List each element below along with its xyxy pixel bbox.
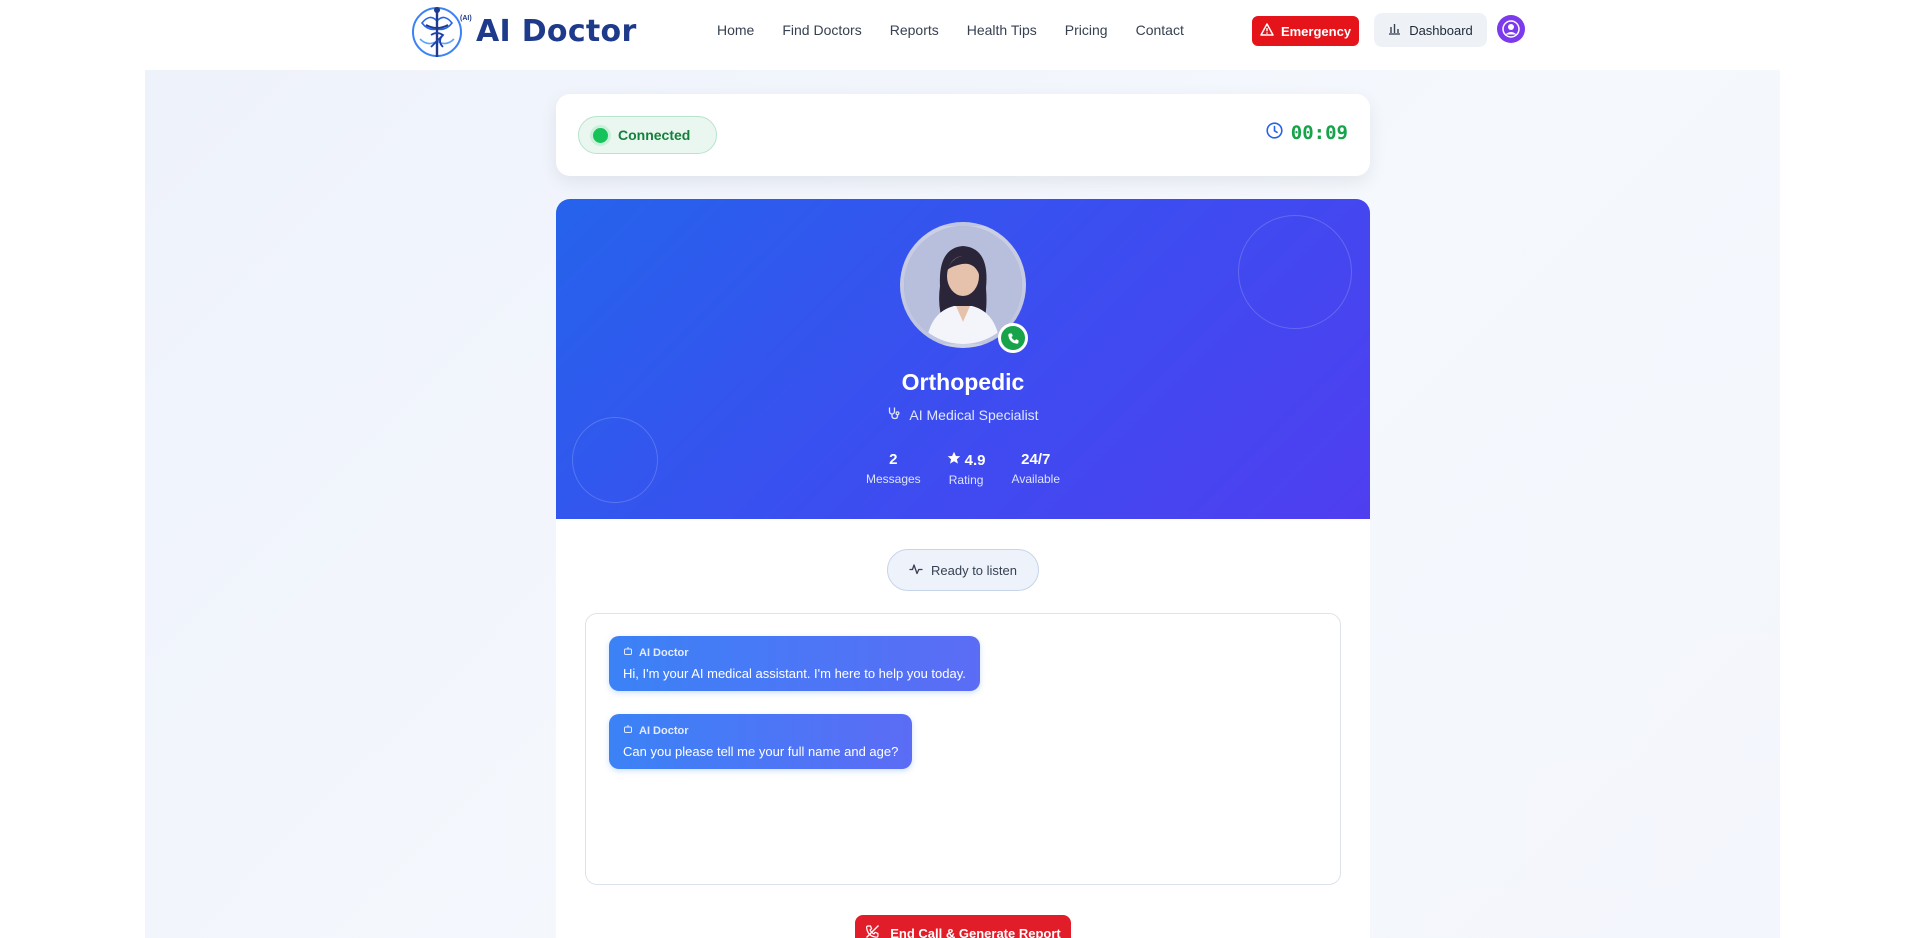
- message-sender: AI Doctor: [639, 646, 689, 659]
- doctor-role-label: AI Medical Specialist: [909, 406, 1039, 423]
- stethoscope-icon: [887, 406, 901, 423]
- nav-link-reports[interactable]: Reports: [890, 20, 939, 40]
- call-status-card: Connected 00:09: [556, 94, 1370, 176]
- emergency-label: Emergency: [1280, 23, 1352, 39]
- dashboard-button[interactable]: Dashboard: [1374, 13, 1487, 47]
- doctor-role: AI Medical Specialist: [556, 406, 1370, 423]
- message-text: Can you please tell me your full name an…: [623, 744, 899, 759]
- chat-transcript[interactable]: AI Doctor Hi, I'm your AI medical assist…: [585, 613, 1341, 885]
- nav-link-health-tips[interactable]: Health Tips: [967, 20, 1037, 40]
- main-nav: Home Find Doctors Reports Health Tips Pr…: [717, 20, 1212, 40]
- bot-icon: [623, 646, 633, 659]
- doctor-name: Orthopedic: [901, 369, 1025, 395]
- stat-rating-value: 4.9: [964, 451, 986, 469]
- nav-link-find-doctors[interactable]: Find Doctors: [782, 20, 861, 40]
- logo-text: AI Doctor: [476, 13, 637, 49]
- stat-messages-value: 2: [889, 451, 898, 468]
- stat-messages: 2 Messages: [866, 451, 921, 487]
- phone-call-icon: [998, 323, 1028, 353]
- dashboard-label: Dashboard: [1409, 22, 1473, 38]
- stat-availability-label: Available: [1011, 472, 1061, 486]
- star-icon: [947, 451, 961, 469]
- call-timer: 00:09: [1266, 122, 1348, 144]
- emergency-button[interactable]: Emergency: [1252, 16, 1359, 46]
- connection-label: Connected: [618, 127, 691, 143]
- activity-pulse-icon: [909, 563, 923, 578]
- warning-triangle-icon: [1260, 23, 1274, 39]
- nav-link-home[interactable]: Home: [717, 20, 754, 40]
- listening-status-badge: Ready to listen: [887, 549, 1039, 591]
- stat-rating: 4.9 Rating: [947, 451, 986, 487]
- user-avatar-icon[interactable]: [1497, 15, 1525, 43]
- stat-rating-label: Rating: [948, 473, 984, 487]
- nav-link-pricing[interactable]: Pricing: [1065, 20, 1108, 40]
- logo-badge: (AI): [460, 15, 472, 22]
- end-call-button[interactable]: End Call & Generate Report: [855, 915, 1071, 938]
- top-navbar: (AI) AI Doctor Home Find Doctors Reports…: [0, 0, 1905, 70]
- bar-chart-icon: [1388, 22, 1401, 38]
- decorative-circle: [1238, 215, 1352, 329]
- doctor-call-card: Orthopedic AI Medical Specialist 2 Messa…: [556, 199, 1370, 938]
- connection-status-badge: Connected: [578, 116, 717, 154]
- logo[interactable]: (AI) AI Doctor: [412, 0, 637, 62]
- doctor-hero-banner: Orthopedic AI Medical Specialist 2 Messa…: [556, 199, 1370, 519]
- end-call-label: End Call & Generate Report: [890, 925, 1061, 938]
- stat-messages-label: Messages: [865, 472, 921, 486]
- listening-status-label: Ready to listen: [931, 562, 1017, 578]
- stat-availability-value: 24/7: [1021, 451, 1051, 468]
- chat-message: AI Doctor Hi, I'm your AI medical assist…: [609, 636, 980, 691]
- caduceus-logo-icon: (AI): [412, 1, 472, 61]
- nav-link-contact[interactable]: Contact: [1136, 20, 1184, 40]
- doctor-stats: 2 Messages 4.9 Rating 24/7 Available: [556, 451, 1370, 487]
- clock-icon: [1266, 122, 1283, 144]
- bot-icon: [623, 724, 633, 737]
- message-sender: AI Doctor: [639, 724, 689, 737]
- phone-off-icon: [865, 924, 880, 938]
- chat-message: AI Doctor Can you please tell me your fu…: [609, 714, 913, 769]
- stat-availability: 24/7 Available: [1012, 451, 1060, 487]
- timer-value: 00:09: [1290, 122, 1348, 144]
- message-text: Hi, I'm your AI medical assistant. I'm h…: [623, 666, 966, 681]
- status-dot-icon: [593, 127, 608, 143]
